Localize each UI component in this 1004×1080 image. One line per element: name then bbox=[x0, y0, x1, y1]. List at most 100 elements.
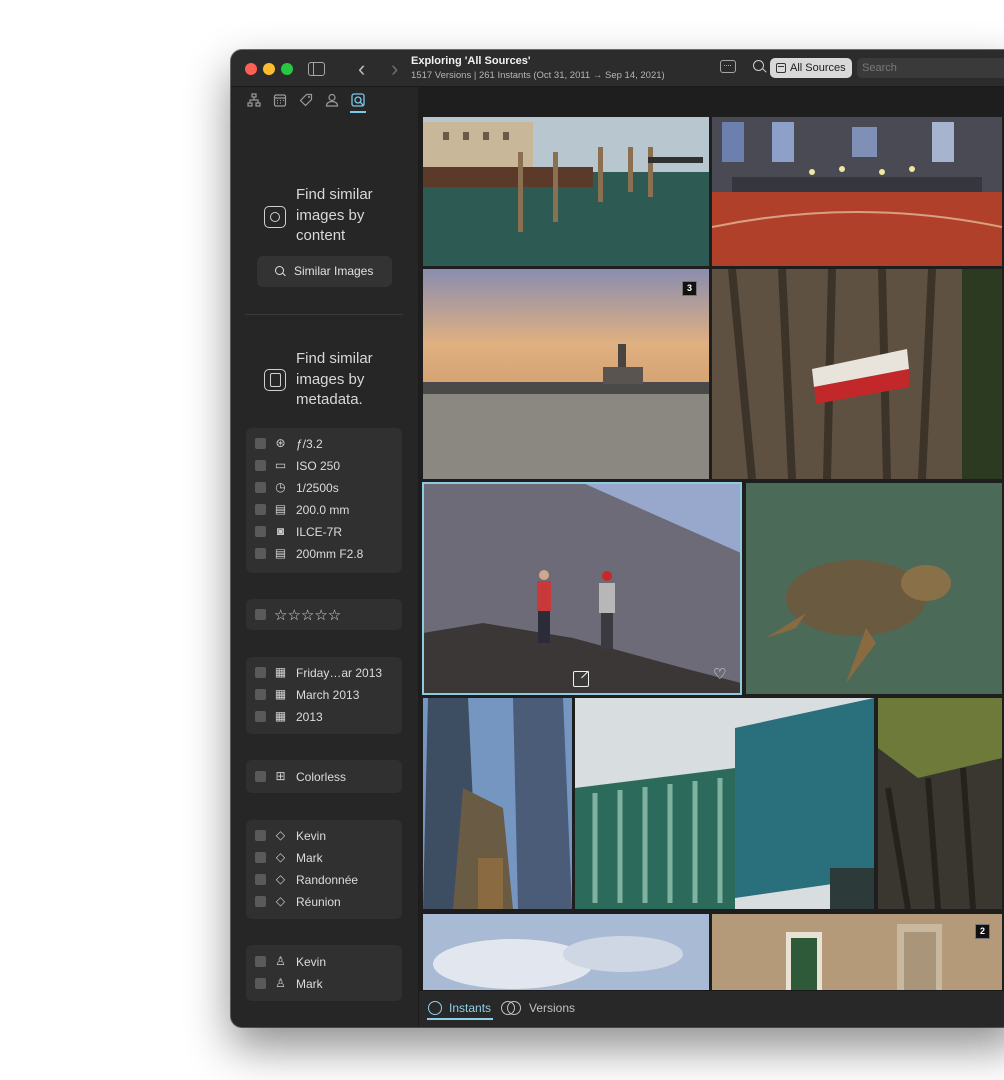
checkbox[interactable] bbox=[255, 548, 266, 559]
criterion-label: Kevin bbox=[296, 955, 327, 969]
search-scope-token[interactable]: All Sources bbox=[770, 58, 852, 78]
version-count-badge: 2 bbox=[974, 924, 990, 939]
checkbox[interactable] bbox=[255, 609, 266, 620]
criterion-label: ƒ/3.2 bbox=[296, 437, 323, 451]
criterion-date-year[interactable]: ▦ 2013 bbox=[246, 706, 402, 728]
checkbox[interactable] bbox=[255, 526, 266, 537]
color-criteria-group: ⊞ Colorless bbox=[246, 760, 402, 793]
criterion-date-day[interactable]: ▦ Friday…ar 2013 bbox=[246, 662, 402, 684]
criterion-keyword[interactable]: ◇ Randonnée bbox=[246, 869, 402, 891]
criterion-person[interactable]: ♙ Mark bbox=[246, 973, 402, 995]
checkbox[interactable] bbox=[255, 438, 266, 449]
checkbox[interactable] bbox=[255, 482, 266, 493]
hierarchy-icon[interactable] bbox=[246, 93, 262, 109]
criterion-shutter[interactable]: ◷ 1/2500s bbox=[246, 477, 402, 499]
person-icon[interactable] bbox=[324, 93, 340, 109]
criterion-date-month[interactable]: ▦ March 2013 bbox=[246, 684, 402, 706]
search-input[interactable] bbox=[857, 58, 1004, 78]
criterion-lens[interactable]: ▤ 200mm F2.8 bbox=[246, 543, 402, 565]
window-title: Exploring 'All Sources' bbox=[411, 55, 531, 67]
criterion-label: Réunion bbox=[296, 895, 341, 909]
photo-sea-turtle[interactable] bbox=[746, 483, 1002, 694]
criterion-keyword[interactable]: ◇ Kevin bbox=[246, 825, 402, 847]
photo-mosque-interior[interactable] bbox=[712, 117, 1002, 266]
criterion-camera[interactable]: ◙ ILCE-7R bbox=[246, 521, 402, 543]
criterion-label: 1/2500s bbox=[296, 481, 339, 495]
criterion-iso[interactable]: ▭ ISO 250 bbox=[246, 455, 402, 477]
photo-venice-sunset[interactable]: 3 bbox=[423, 269, 709, 479]
photo-hikers-on-rock[interactable]: ♡ bbox=[422, 482, 742, 695]
version-count-badge: 3 bbox=[681, 281, 697, 296]
calendar-icon: ▦ bbox=[274, 709, 287, 723]
checkbox[interactable] bbox=[255, 852, 266, 863]
criterion-focal-length[interactable]: ▤ 200.0 mm bbox=[246, 499, 402, 521]
close-window-button[interactable] bbox=[245, 63, 257, 75]
photo-grid: 3 ♡ 2 bbox=[419, 87, 1004, 990]
forward-chevron-icon[interactable]: › bbox=[391, 56, 398, 82]
timer-icon: ◷ bbox=[275, 480, 286, 494]
photo-venice-pier[interactable] bbox=[423, 117, 709, 266]
instants-icon bbox=[428, 1001, 442, 1015]
photo-green-glass-building[interactable] bbox=[575, 698, 874, 909]
checkbox[interactable] bbox=[255, 504, 266, 515]
photo-skyscrapers[interactable] bbox=[423, 698, 572, 909]
back-chevron-icon[interactable]: ‹ bbox=[358, 56, 365, 82]
criterion-keyword[interactable]: ◇ Réunion bbox=[246, 891, 402, 913]
sidebar-toggle-icon[interactable] bbox=[308, 62, 325, 76]
photo-sky-clouds[interactable] bbox=[423, 914, 709, 990]
comment-icon[interactable] bbox=[720, 60, 736, 73]
bottom-bar: Instants Versions bbox=[419, 990, 1004, 1027]
checkbox[interactable] bbox=[255, 460, 266, 471]
checkbox[interactable] bbox=[255, 874, 266, 885]
metadata-title-line-2: images by bbox=[296, 370, 365, 388]
keyword-criteria-group: ◇ Kevin ◇ Mark ◇ Randonnée ◇ Réunion bbox=[246, 820, 402, 919]
app-window: ‹ › Exploring 'All Sources' 1517 Version… bbox=[231, 50, 1004, 1027]
checkbox[interactable] bbox=[255, 667, 266, 678]
calendar-icon[interactable] bbox=[272, 93, 288, 109]
people-criteria-group: ♙ Kevin ♙ Mark bbox=[246, 945, 402, 1001]
criterion-label: March 2013 bbox=[296, 688, 360, 702]
similar-images-button[interactable]: Similar Images bbox=[257, 256, 392, 287]
person-icon: ♙ bbox=[275, 976, 286, 990]
criterion-label: ILCE-7R bbox=[296, 525, 343, 539]
criterion-label: 2013 bbox=[296, 710, 323, 724]
heart-icon[interactable]: ♡ bbox=[713, 667, 726, 682]
content-title-line-2: images by bbox=[296, 206, 365, 224]
photo-mossy-rocks[interactable] bbox=[878, 698, 1002, 909]
content-section-title: Find similar images by content bbox=[296, 185, 373, 247]
search-icon[interactable] bbox=[753, 60, 764, 71]
checkbox[interactable] bbox=[255, 956, 266, 967]
criterion-label: Kevin bbox=[296, 829, 327, 843]
checkbox[interactable] bbox=[255, 830, 266, 841]
date-criteria-group: ▦ Friday…ar 2013 ▦ March 2013 ▦ 2013 bbox=[246, 657, 402, 734]
criterion-person[interactable]: ♙ Kevin bbox=[246, 951, 402, 973]
checkbox[interactable] bbox=[255, 771, 266, 782]
checkbox[interactable] bbox=[255, 689, 266, 700]
criterion-color[interactable]: ⊞ Colorless bbox=[246, 766, 402, 788]
star-rating: ☆☆☆☆☆ bbox=[274, 607, 342, 624]
camera-icon: ◙ bbox=[276, 524, 285, 538]
criterion-aperture[interactable]: ⊛ ƒ/3.2 bbox=[246, 433, 402, 455]
palette-icon: ⊞ bbox=[275, 769, 286, 783]
criterion-label: Randonnée bbox=[296, 873, 359, 887]
instants-tab[interactable]: Instants bbox=[427, 1000, 494, 1020]
photo-brick-wall-doors[interactable]: 2 bbox=[712, 914, 1002, 990]
zoom-window-button[interactable] bbox=[281, 63, 293, 75]
versions-label: Versions bbox=[529, 1001, 576, 1015]
lens-icon: ▤ bbox=[274, 502, 287, 516]
calendar-icon: ▦ bbox=[274, 665, 287, 679]
versions-tab[interactable]: Versions bbox=[501, 1000, 575, 1020]
similar-search-icon[interactable] bbox=[350, 93, 366, 113]
edit-icon[interactable] bbox=[573, 671, 589, 687]
checkbox[interactable] bbox=[255, 711, 266, 722]
checkbox[interactable] bbox=[255, 978, 266, 989]
tag-icon[interactable] bbox=[298, 93, 314, 109]
criterion-rating[interactable]: ☆☆☆☆☆ bbox=[246, 604, 402, 626]
iso-icon: ▭ bbox=[274, 458, 287, 472]
sidebar-tab-bar bbox=[231, 87, 419, 117]
minimize-window-button[interactable] bbox=[263, 63, 275, 75]
checkbox[interactable] bbox=[255, 896, 266, 907]
criterion-keyword[interactable]: ◇ Mark bbox=[246, 847, 402, 869]
photo-tree-trail-mark[interactable] bbox=[712, 269, 1002, 479]
metadata-title-line-3: metadata. bbox=[296, 391, 363, 408]
